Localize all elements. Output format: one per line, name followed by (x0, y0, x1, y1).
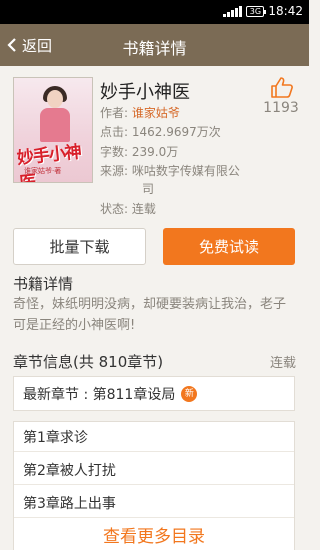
book-status: 状态: 连载 (100, 202, 156, 216)
source-line2: 司 (142, 182, 155, 196)
description-title: 书籍详情 (13, 275, 74, 293)
view-more-chapters-button[interactable]: 查看更多目录 (14, 521, 294, 550)
cover-subtitle: 谁家姑爷·著 (24, 167, 62, 175)
word-count: 字数: 239.0万 (100, 145, 179, 159)
book-cover[interactable]: 妙手小神医 谁家姑爷·著 (13, 77, 93, 183)
chapter-item[interactable]: 第1章求诊 (14, 422, 294, 452)
author-line: 作者: 谁家姑爷 (100, 106, 180, 120)
chapter-status: 连载 (269, 356, 296, 371)
like-count: 1193 (263, 100, 299, 116)
book-title: 妙手小神医 (100, 82, 190, 103)
author-link[interactable]: 谁家姑爷 (132, 106, 180, 120)
app-header: 返回 书籍详情 (0, 24, 309, 66)
chapter-item[interactable]: 第3章路上出事 (14, 488, 294, 518)
click-count: 点击: 1462.9697万次 (100, 125, 221, 139)
page-title: 书籍详情 (122, 39, 187, 58)
network-type: 3G (249, 6, 262, 16)
chapter-list: 第1章求诊 第2章被人打扰 第3章路上出事 查看更多目录 (13, 421, 295, 550)
signal-icon (223, 5, 243, 17)
status-time: 18:42 (268, 4, 303, 18)
thumbs-up-icon (271, 77, 293, 98)
new-badge: 新 (181, 385, 198, 402)
source-line1: 来源: 咪咕数字传媒有限公 (100, 164, 240, 178)
like-button[interactable] (264, 76, 300, 102)
latest-chapter[interactable]: 最新章节 : 第811章设局 新 (14, 377, 294, 410)
description-text: 奇怪，妹纸明明没病，却硬要装病让我治，老子可是正经的小神医啊! (13, 297, 287, 333)
chapter-item[interactable]: 第2章被人打扰 (14, 455, 294, 485)
status-bar: 3G 18:42 (0, 0, 309, 24)
chapter-info-title: 章节信息(共 810章节) (13, 353, 164, 371)
latest-chapter-box: 最新章节 : 第811章设局 新 (13, 376, 295, 411)
battery-icon: 3G (246, 5, 267, 17)
batch-download-button[interactable]: 批量下载 (13, 228, 146, 265)
free-trial-button[interactable]: 免费试读 (163, 228, 295, 265)
